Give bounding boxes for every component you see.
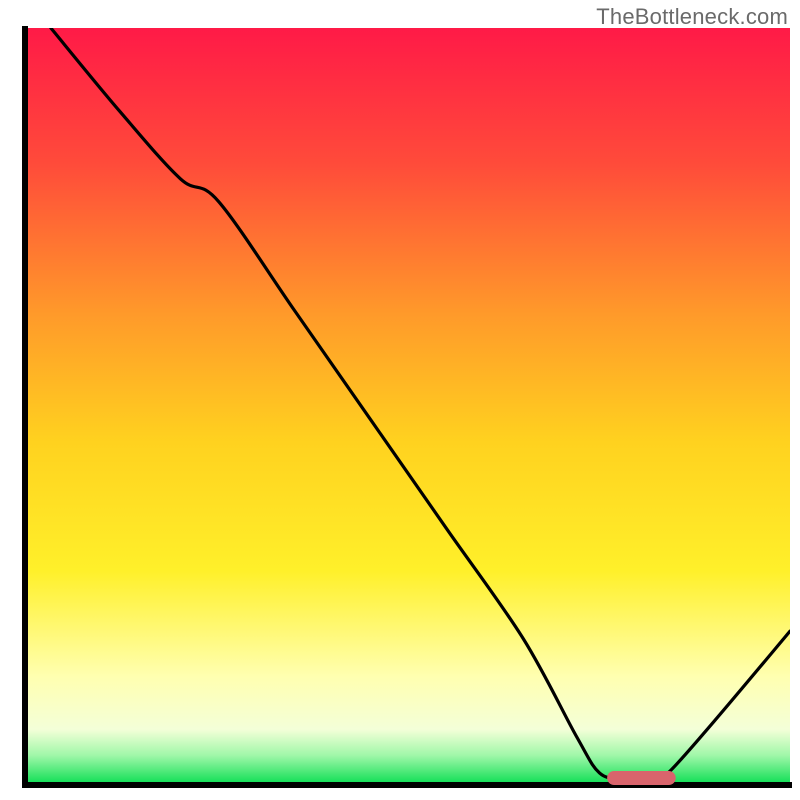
optimal-range-marker — [607, 771, 676, 785]
plot-background — [28, 28, 790, 782]
watermark-text: TheBottleneck.com — [596, 4, 788, 30]
chart-container: { "watermark": "TheBottleneck.com", "cha… — [0, 0, 800, 800]
bottleneck-chart — [0, 0, 800, 800]
